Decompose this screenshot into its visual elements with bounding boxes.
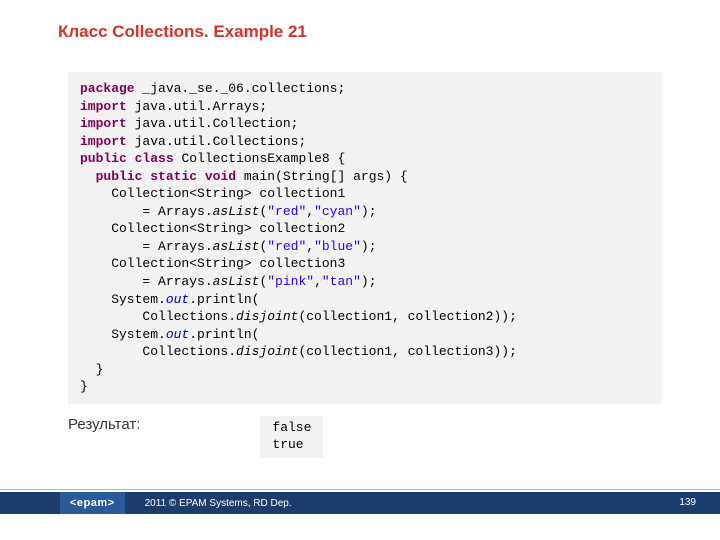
epam-logo: <epam> [60,492,125,514]
output-box: false true [260,416,323,458]
page-number: 139 [673,495,702,510]
result-label: Результат: [68,416,140,433]
result-row: Результат: false true [68,416,720,458]
copyright-text: 2011 © EPAM Systems, RD Dep. [145,498,292,509]
footer-separator [0,489,720,490]
footer-bar: <epam> 2011 © EPAM Systems, RD Dep. [0,492,720,514]
code-block: package _java._se._06.collections; impor… [68,72,662,404]
slide-title: Класс Collections. Example 21 [0,0,720,42]
